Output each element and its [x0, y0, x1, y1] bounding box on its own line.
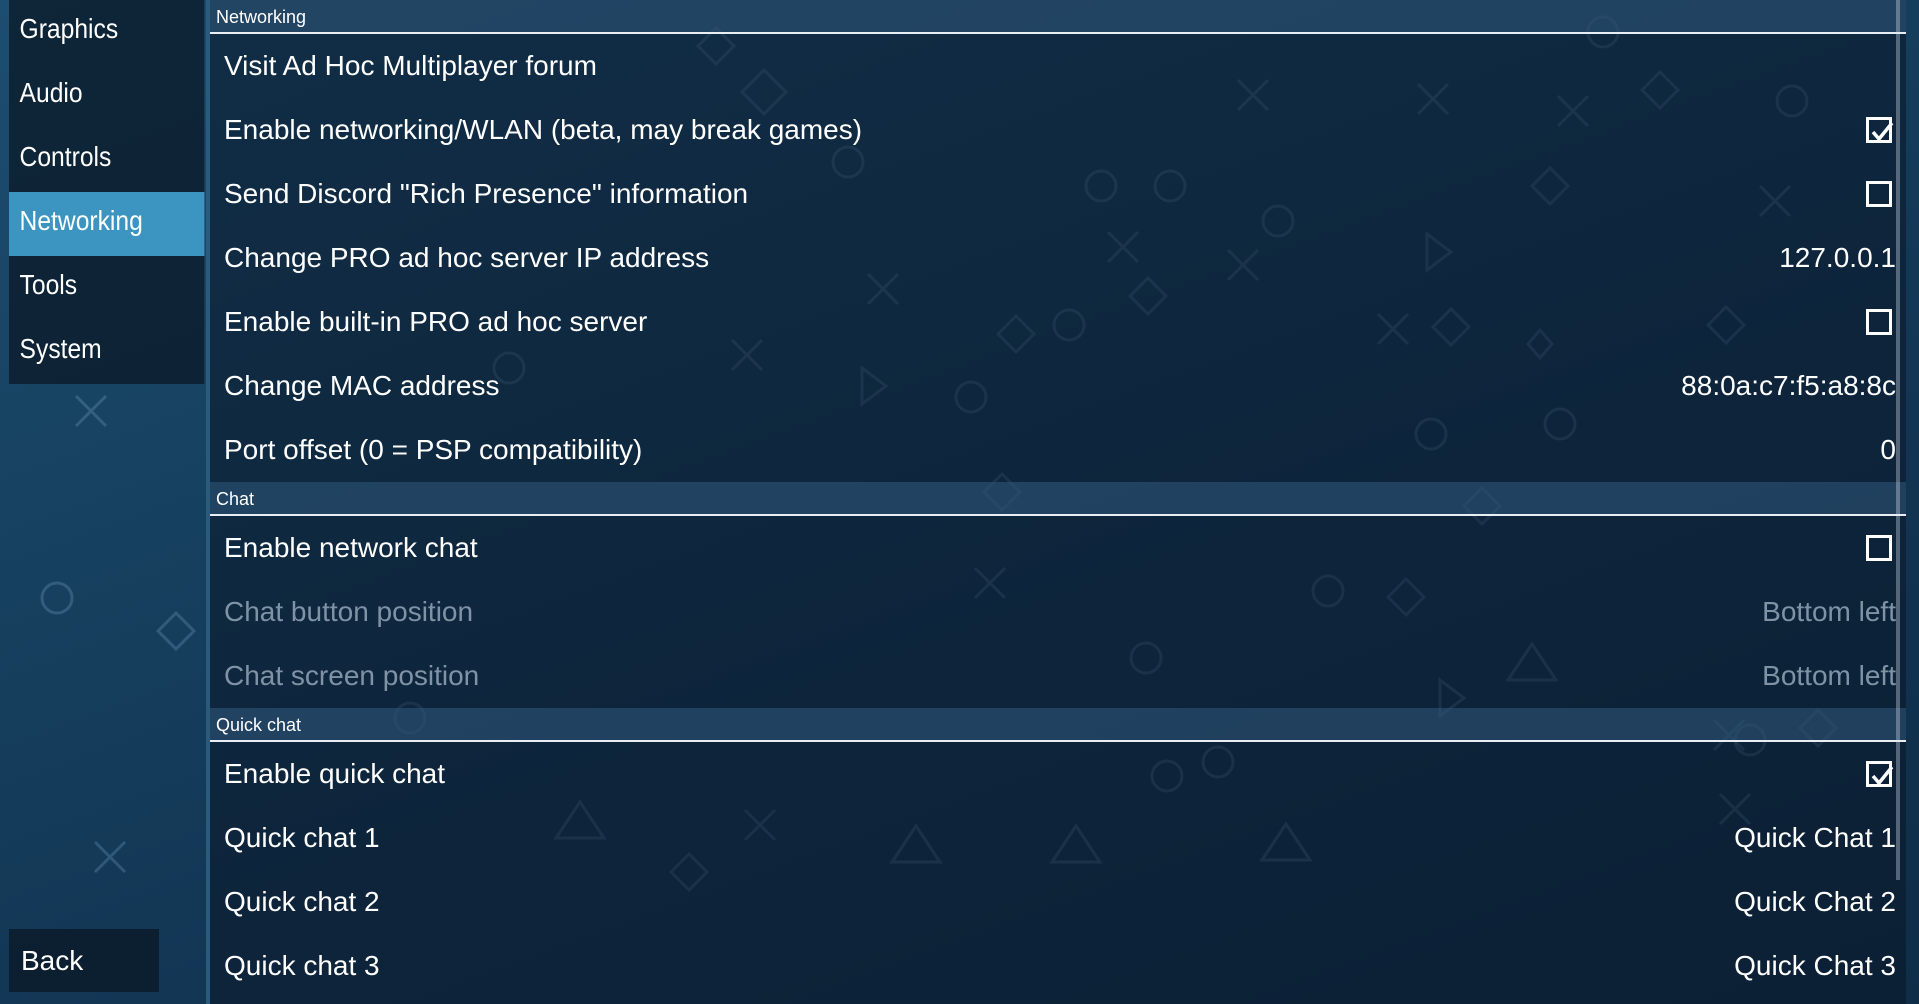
builtin-server-checkbox[interactable]: [1866, 309, 1892, 335]
sidebar-item-graphics[interactable]: Graphics: [9, 0, 205, 64]
scrollbar[interactable]: [1896, 0, 1900, 880]
enable-wlan-checkbox[interactable]: [1866, 117, 1894, 143]
port-offset-row[interactable]: Port offset (0 = PSP compatibility) 0: [210, 418, 1906, 482]
sidebar-item-label: Graphics: [19, 13, 119, 44]
enable-wlan-row[interactable]: Enable networking/WLAN (beta, may break …: [210, 98, 1906, 162]
sidebar-item-audio[interactable]: Audio: [9, 64, 205, 128]
mac-address-value: 88:0a:c7:f5:a8:8c: [1681, 370, 1896, 401]
sidebar-item-tools[interactable]: Tools: [9, 256, 205, 320]
sidebar-item-label: Networking: [19, 205, 143, 236]
quick-chat-3-row[interactable]: Quick chat 3 Quick Chat 3: [210, 934, 1906, 998]
chat-button-position-row: Chat button position Bottom left: [210, 580, 1906, 644]
sidebar-item-label: System: [19, 333, 102, 364]
quick-chat-1-value: Quick Chat 1: [1734, 822, 1896, 853]
back-button-label: Back: [21, 945, 84, 976]
server-ip-value: 127.0.0.1: [1779, 242, 1896, 273]
sidebar-item-networking[interactable]: Networking: [9, 192, 205, 256]
checkmark-icon: [1871, 765, 1894, 786]
quick-chat-2-value: Quick Chat 2: [1734, 886, 1896, 917]
sidebar-item-label: Tools: [19, 269, 78, 300]
checkmark-icon: [1871, 121, 1894, 142]
row-label: Chat screen position: [224, 660, 480, 691]
settings-panel[interactable]: Networking Visit Ad Hoc Multiplayer foru…: [206, 0, 1906, 1004]
quick-chat-2-row[interactable]: Quick chat 2 Quick Chat 2: [210, 870, 1906, 934]
row-label: Enable network chat: [224, 532, 478, 563]
row-label: Port offset (0 = PSP compatibility): [224, 434, 643, 465]
enable-chat-row[interactable]: Enable network chat: [210, 516, 1906, 580]
section-header-chat: Chat: [210, 482, 1906, 516]
row-label: Visit Ad Hoc Multiplayer forum: [224, 50, 597, 81]
sidebar-item-label: Audio: [19, 77, 83, 108]
discord-presence-checkbox[interactable]: [1866, 181, 1892, 207]
mac-address-row[interactable]: Change MAC address 88:0a:c7:f5:a8:8c: [210, 354, 1906, 418]
row-label: Quick chat 2: [224, 886, 380, 917]
chat-screen-position-row: Chat screen position Bottom left: [210, 644, 1906, 708]
quick-chat-1-row[interactable]: Quick chat 1 Quick Chat 1: [210, 806, 1906, 870]
row-label: Enable quick chat: [224, 758, 446, 789]
server-ip-row[interactable]: Change PRO ad hoc server IP address 127.…: [210, 226, 1906, 290]
visit-forum-row[interactable]: Visit Ad Hoc Multiplayer forum: [210, 34, 1906, 98]
row-label: Change PRO ad hoc server IP address: [224, 242, 710, 273]
row-label: Quick chat 1: [224, 822, 380, 853]
sidebar-item-system[interactable]: System: [9, 320, 205, 384]
row-label: Send Discord "Rich Presence" information: [224, 178, 749, 209]
section-header-quick-chat: Quick chat: [210, 708, 1906, 742]
port-offset-value: 0: [1880, 434, 1896, 465]
enable-quick-chat-checkbox[interactable]: [1866, 761, 1894, 787]
row-label: Enable built-in PRO ad hoc server: [224, 306, 648, 337]
row-label: Quick chat 3: [224, 950, 380, 981]
back-button[interactable]: Back: [9, 929, 159, 992]
sidebar-item-controls[interactable]: Controls: [9, 128, 205, 192]
quick-chat-3-value: Quick Chat 3: [1734, 950, 1896, 981]
row-label: Enable networking/WLAN (beta, may break …: [224, 114, 863, 145]
enable-chat-checkbox[interactable]: [1866, 535, 1892, 561]
chat-button-position-value: Bottom left: [1762, 596, 1896, 627]
sidebar: Graphics Audio Controls Networking Tools…: [9, 0, 205, 384]
enable-quick-chat-row[interactable]: Enable quick chat: [210, 742, 1906, 806]
row-label: Change MAC address: [224, 370, 500, 401]
sidebar-item-label: Controls: [19, 141, 112, 172]
section-header-networking: Networking: [210, 0, 1906, 34]
builtin-server-row[interactable]: Enable built-in PRO ad hoc server: [210, 290, 1906, 354]
chat-screen-position-value: Bottom left: [1762, 660, 1896, 691]
row-label: Chat button position: [224, 596, 474, 627]
discord-presence-row[interactable]: Send Discord "Rich Presence" information: [210, 162, 1906, 226]
